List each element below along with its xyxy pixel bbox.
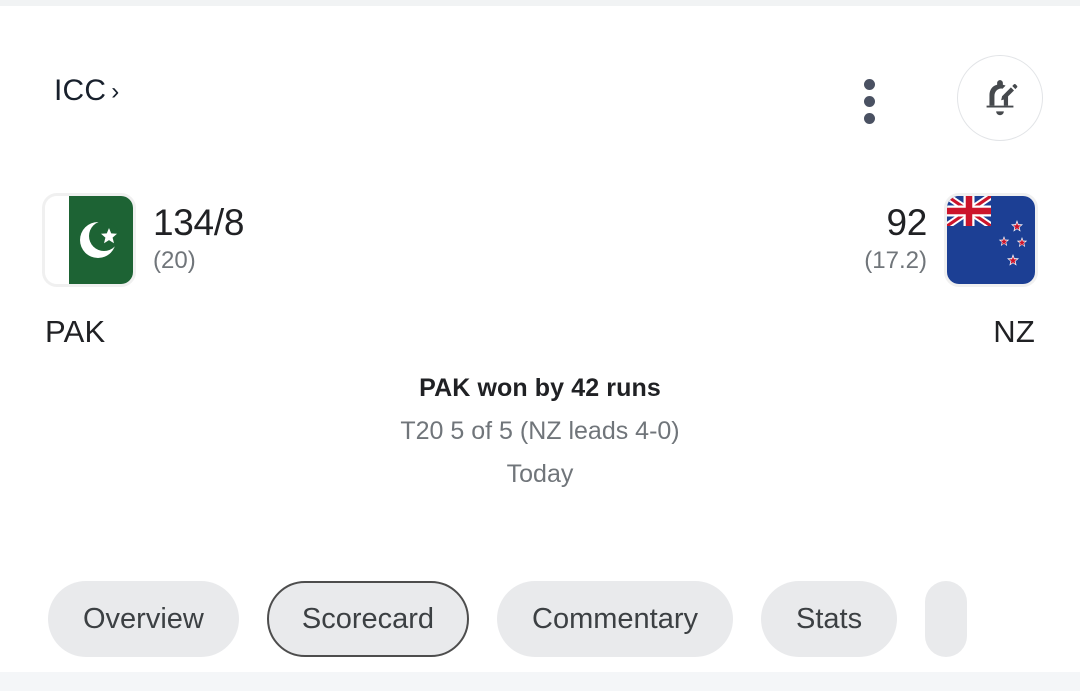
chevron-right-icon: › xyxy=(111,78,120,105)
tab-strip[interactable]: Overview Scorecard Commentary Stats xyxy=(0,579,1080,659)
score-row: 134/8 (20) PAK 92 (17.2) NZ xyxy=(0,146,1080,366)
breadcrumb-label: ICC xyxy=(54,74,107,107)
tab-overflow-partial[interactable] xyxy=(925,581,968,657)
away-score: 92 xyxy=(886,202,927,243)
home-score-wrap: 134/8 (20) xyxy=(153,202,453,274)
tab-commentary[interactable]: Commentary xyxy=(497,581,734,657)
match-result-block: PAK won by 42 runs T20 5 of 5 (NZ leads … xyxy=(0,374,1080,489)
away-team-code: NZ xyxy=(993,314,1035,349)
tab-label: Overview xyxy=(83,602,204,635)
tab-label: Scorecard xyxy=(301,602,435,635)
breadcrumb-icc-link[interactable]: ICC › xyxy=(54,74,119,108)
tab-label: Stats xyxy=(796,602,863,635)
tab-label: Commentary xyxy=(532,602,699,635)
notification-edit-button[interactable] xyxy=(957,55,1043,141)
bottom-divider xyxy=(0,672,1080,691)
tab-stats[interactable]: Stats xyxy=(761,581,898,657)
result-headline: PAK won by 42 runs xyxy=(419,374,661,402)
overflow-dot xyxy=(864,96,875,107)
match-date: Today xyxy=(506,460,574,488)
overflow-dot xyxy=(864,113,875,124)
tab-overview[interactable]: Overview xyxy=(48,581,239,657)
series-info: T20 5 of 5 (NZ leads 4-0) xyxy=(400,417,680,445)
home-score: 134/8 xyxy=(153,202,245,243)
new-zealand-flag-icon xyxy=(947,196,1035,284)
overflow-dot xyxy=(864,79,875,90)
home-team-code: PAK xyxy=(45,314,106,349)
away-overs: (17.2) xyxy=(864,246,927,274)
home-overs: (20) xyxy=(153,246,196,274)
top-bar: ICC › xyxy=(0,6,1080,146)
match-card: ICC › 134/8 (20) PAK 92 (17.2) NZ PAK wo… xyxy=(0,6,1080,672)
more-vertical-icon[interactable] xyxy=(864,79,886,127)
pakistan-flag-icon xyxy=(45,196,133,284)
bell-edit-icon xyxy=(977,73,1023,124)
away-score-wrap: 92 (17.2) xyxy=(627,202,927,274)
tab-scorecard[interactable]: Scorecard xyxy=(266,581,470,657)
